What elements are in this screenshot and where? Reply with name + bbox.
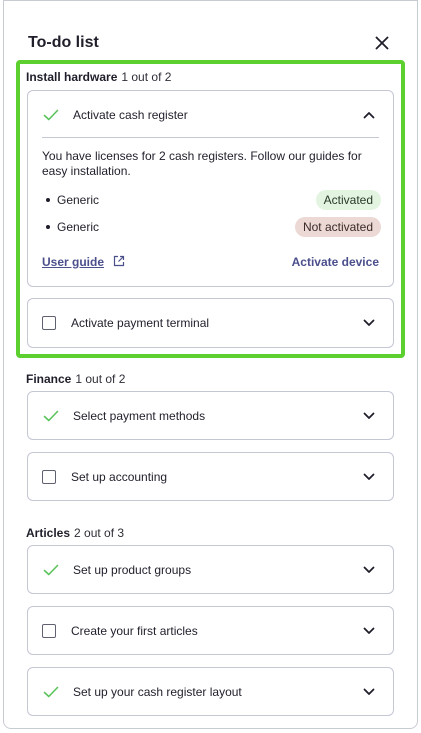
check-icon [42,106,60,124]
device-name: Generic [57,220,100,234]
section-name: Install hardware [26,70,118,84]
task-label: Set up your cash register layout [73,684,242,699]
task-header[interactable]: Set up accounting [28,453,393,500]
chevron-down-icon[interactable] [361,408,377,424]
task-header[interactable]: Select payment methods [28,392,393,439]
bullet [46,197,50,202]
check-icon [42,407,60,425]
task-label: Activate cash register [73,107,188,122]
check-icon [42,561,60,579]
device-row: Generic Activated [42,189,381,211]
bullet [46,224,50,229]
close-icon [375,36,389,50]
section-header-articles: Articles 2 out of 3 [26,526,124,540]
chevron-up-icon[interactable] [361,107,377,123]
status-badge-activated: Activated [315,190,381,210]
chevron-down-icon[interactable] [361,315,377,331]
checkbox[interactable] [42,469,56,484]
task-label: Activate payment terminal [71,316,210,330]
section-name: Articles [26,526,71,540]
task-header[interactable]: Set up your cash register layout [28,668,393,715]
section-name: Finance [26,372,72,386]
user-guide-link[interactable]: User guide [42,255,104,269]
task-label: Select payment methods [73,408,206,423]
page-title: To-do list [28,34,99,51]
chevron-down-icon[interactable] [361,623,377,639]
task-label: Set up product groups [73,562,192,577]
close-button[interactable] [371,32,393,54]
external-link-icon[interactable] [113,255,127,269]
section-count: 2 out of 3 [74,526,125,540]
task-header[interactable]: Create your first articles [28,607,393,654]
chevron-down-icon[interactable] [361,562,377,578]
section-header-finance: Finance 1 out of 2 [26,372,125,386]
task-card-set-up-accounting[interactable]: Set up accounting [27,452,394,501]
status-badge-not-activated: Not activated [294,217,381,237]
section-header-install: Install hardware 1 out of 2 [26,70,171,84]
checkbox[interactable] [42,316,56,330]
task-label: Set up accounting [71,469,168,484]
task-links: User guide Activate device [42,253,379,271]
task-label: Create your first articles [71,623,198,638]
task-header[interactable]: Activate cash register [28,91,393,138]
section-count: 1 out of 2 [121,70,172,84]
section-count: 1 out of 2 [75,372,126,386]
device-row: Generic Not activated [42,216,381,238]
chevron-down-icon[interactable] [361,684,377,700]
task-header[interactable]: Activate payment terminal [28,299,393,347]
panel-header: To-do list [28,31,393,55]
activate-device-button[interactable]: Activate device [292,255,379,269]
divider [42,137,379,138]
check-icon [42,683,60,701]
chevron-down-icon[interactable] [361,469,377,485]
task-card-set-up-cash-register-layout[interactable]: Set up your cash register layout [27,667,394,716]
device-name: Generic [57,193,100,207]
user-guide-link-group[interactable]: User guide [42,253,127,271]
task-header[interactable]: Set up product groups [28,546,393,593]
checkbox[interactable] [42,623,56,638]
task-card-create-first-articles[interactable]: Create your first articles [27,606,394,655]
task-card-activate-payment-terminal[interactable]: Activate payment terminal [27,298,394,348]
task-card-select-payment-methods[interactable]: Select payment methods [27,391,394,440]
task-card-activate-cash-register: Activate cash register You have licenses… [27,90,394,287]
task-description: You have licenses for 2 cash registers. … [42,149,362,178]
task-card-set-up-product-groups[interactable]: Set up product groups [27,545,394,594]
